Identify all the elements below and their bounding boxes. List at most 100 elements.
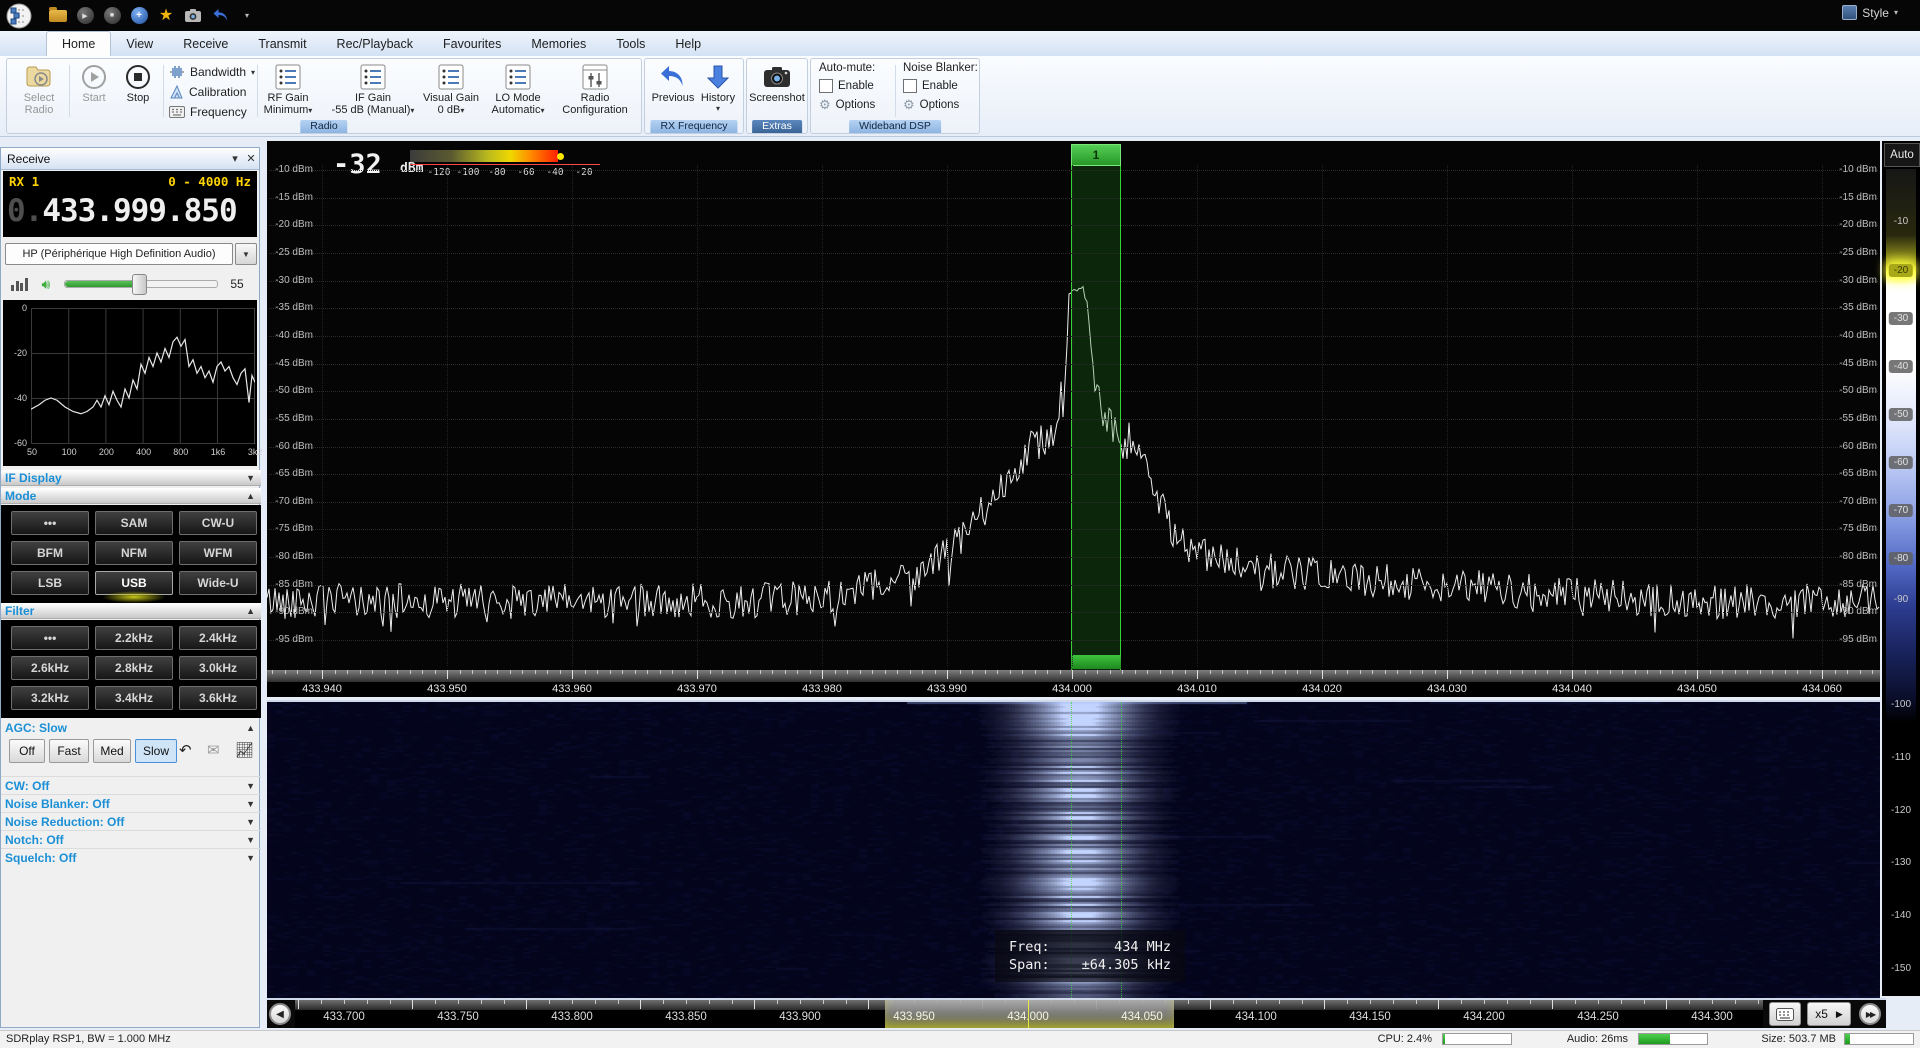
agc-button-fast[interactable]: Fast <box>49 739 89 763</box>
auto-scale-button[interactable]: Auto <box>1884 143 1920 167</box>
start-button[interactable]: Start <box>73 62 115 104</box>
rx-display[interactable]: RX 1 0 - 4000 Hz 0.433.999.850 <box>3 171 257 237</box>
color-scale-bar[interactable] <box>1886 169 1916 996</box>
waterfall-display[interactable]: Freq: 434 MHz Span: ±64.305 kHz <box>267 700 1880 998</box>
volume-slider[interactable] <box>64 274 219 295</box>
stop-button[interactable]: Stop <box>117 62 159 104</box>
filter-button-3-2khz[interactable]: 3.2kHz <box>11 686 89 710</box>
tab-receive[interactable]: Receive <box>168 31 243 56</box>
filter-button-3-0khz[interactable]: 3.0kHz <box>179 656 257 680</box>
chevron-down-icon[interactable]: ▼ <box>246 781 255 791</box>
filter-button-2-4khz[interactable]: 2.4kHz <box>179 626 257 650</box>
open-folder-icon[interactable] <box>49 6 67 25</box>
frequency-navigator[interactable]: ◀ 433.700 433.750 433.800 433.850 433.900 433… <box>267 998 1886 1028</box>
lo-mode-button[interactable]: LO Mode Automatic▾ <box>485 62 551 117</box>
customize-chevron-icon[interactable]: ▾ <box>238 7 256 25</box>
undo-icon[interactable] <box>211 7 229 25</box>
chevron-down-icon[interactable]: ▼ <box>246 835 255 845</box>
filter-button-2-6khz[interactable]: 2.6kHz <box>11 656 89 680</box>
chevron-up-icon[interactable]: ▲ <box>246 606 255 616</box>
ribbon-group-label-radio[interactable]: Radio <box>300 120 348 133</box>
mode-button-wide-u[interactable]: Wide-U <box>179 571 257 595</box>
marker-tab[interactable]: 1 <box>1071 144 1121 166</box>
waterfall-color-scale[interactable]: Auto -10 -20 -30 -40 -50 -60 -70 -80 -90 -100 -110… <box>1882 141 1920 996</box>
spectrum-plot-area[interactable]: -32 dBm -120 -100 -80 -60 -40 -20 1 -10 dBm -1… <box>267 141 1880 670</box>
rf-gain-button[interactable]: RF Gain Minimum▾ <box>255 62 321 117</box>
section-squelch[interactable]: Squelch: Off ▼ <box>1 848 261 867</box>
mode-button-wfm[interactable]: WFM <box>179 541 257 565</box>
history-button[interactable]: History ▾ <box>697 62 739 113</box>
mode-button-lsb[interactable]: LSB <box>11 571 89 595</box>
agc-button-slow[interactable]: Slow <box>135 739 177 763</box>
filter-button-2-2khz[interactable]: 2.2kHz <box>95 626 173 650</box>
chevron-up-icon[interactable]: ▲ <box>246 723 255 733</box>
volume-thumb[interactable] <box>132 274 148 295</box>
noise-blanker-enable-checkbox[interactable]: Enable <box>903 79 978 93</box>
filter-button-3-6khz[interactable]: 3.6kHz <box>179 686 257 710</box>
tab-favourites[interactable]: Favourites <box>428 31 516 56</box>
app-logo[interactable] <box>3 1 37 31</box>
chevron-down-icon[interactable]: ▼ <box>246 853 255 863</box>
add-icon[interactable]: + <box>130 7 148 25</box>
mode-button-usb[interactable]: USB <box>95 571 173 603</box>
mode-button-sam[interactable]: SAM <box>95 511 173 535</box>
previous-button[interactable]: Previous <box>649 62 697 104</box>
zoom-level-button[interactable]: x5 ▶ <box>1807 1002 1851 1026</box>
audio-device-dropdown-button[interactable]: ▼ <box>235 243 257 265</box>
screenshot-button[interactable]: Screenshot <box>747 62 807 104</box>
if-display-header[interactable]: IF Display ▼ <box>1 470 261 486</box>
tab-rec-playback[interactable]: Rec/Playback <box>322 31 428 56</box>
tab-help[interactable]: Help <box>660 31 716 56</box>
chevron-down-icon[interactable]: ▼ <box>246 473 255 483</box>
select-radio-button[interactable]: Select Radio <box>13 62 65 116</box>
spectrum-display[interactable]: -32 dBm -120 -100 -80 -60 -40 -20 1 -10 dBm -1… <box>267 141 1880 697</box>
filter-header[interactable]: Filter ▲ <box>1 603 261 619</box>
filter-button-[interactable]: ••• <box>11 626 89 650</box>
undo-icon[interactable]: ↶ <box>179 741 192 759</box>
power-colorbar[interactable] <box>410 150 558 162</box>
bandwidth-button[interactable]: Bandwidth ▾ <box>169 65 255 79</box>
filter-button-3-4khz[interactable]: 3.4kHz <box>95 686 173 710</box>
frequency-button[interactable]: Frequency <box>169 105 247 119</box>
noise-blanker-options-button[interactable]: ⚙ Options <box>903 98 978 111</box>
speaker-icon[interactable]: 🔊︎ <box>42 276 51 293</box>
equalizer-icon[interactable] <box>11 277 28 291</box>
play-icon[interactable]: ▶ <box>76 7 94 25</box>
panel-menu-chevron-icon[interactable]: ▾ <box>227 152 243 165</box>
envelope-icon[interactable]: ✉ <box>207 741 220 759</box>
auto-mute-enable-checkbox[interactable]: Enable <box>819 79 875 93</box>
tab-view[interactable]: View <box>111 31 168 56</box>
camera-icon[interactable] <box>184 7 202 25</box>
scroll-left-button[interactable]: ◀ <box>269 1003 291 1025</box>
favourite-star-icon[interactable]: ★ <box>157 7 175 25</box>
chevron-down-icon[interactable]: ▼ <box>246 799 255 809</box>
agc-header[interactable]: AGC: Slow ▲ <box>1 720 261 736</box>
mode-button-[interactable]: ••• <box>11 511 89 535</box>
graph-icon[interactable]: 📈︎ <box>235 741 254 759</box>
close-icon[interactable]: ✕ <box>243 152 259 165</box>
mode-button-nfm[interactable]: NFM <box>95 541 173 565</box>
section-notch[interactable]: Notch: Off ▼ <box>1 830 261 849</box>
if-gain-button[interactable]: IF Gain -55 dB (Manual)▾ <box>323 62 423 117</box>
tab-transmit[interactable]: Transmit <box>243 31 321 56</box>
calibration-button[interactable]: Calibration <box>169 85 246 99</box>
tab-home[interactable]: Home <box>46 31 112 56</box>
audio-device-select[interactable]: HP (Périphérique High Definition Audio) <box>5 243 233 265</box>
style-menu[interactable]: Style ▾ <box>1842 5 1898 20</box>
ribbon-group-label-wideband-dsp[interactable]: Wideband DSP <box>849 120 941 133</box>
auto-mute-options-button[interactable]: ⚙ Options <box>819 98 875 111</box>
tab-memories[interactable]: Memories <box>516 31 601 56</box>
section-cw[interactable]: CW: Off ▼ <box>1 776 261 795</box>
ribbon-group-label-rx-frequency[interactable]: RX Frequency <box>650 120 738 133</box>
ribbon-group-label-extras[interactable]: Extras <box>752 120 802 133</box>
mode-button-bfm[interactable]: BFM <box>11 541 89 565</box>
mode-header[interactable]: Mode ▲ <box>1 488 261 504</box>
agc-button-off[interactable]: Off <box>9 739 45 763</box>
tab-tools[interactable]: Tools <box>601 31 660 56</box>
mode-button-cw-u[interactable]: CW-U <box>179 511 257 535</box>
chevron-up-icon[interactable]: ▲ <box>246 491 255 501</box>
receive-panel-titlebar[interactable]: Receive ▾ ✕ <box>1 148 259 170</box>
keyboard-entry-button[interactable] <box>1769 1002 1801 1026</box>
stop-icon[interactable]: ■ <box>103 7 121 25</box>
radio-configuration-button[interactable]: Radio Configuration <box>553 62 637 116</box>
